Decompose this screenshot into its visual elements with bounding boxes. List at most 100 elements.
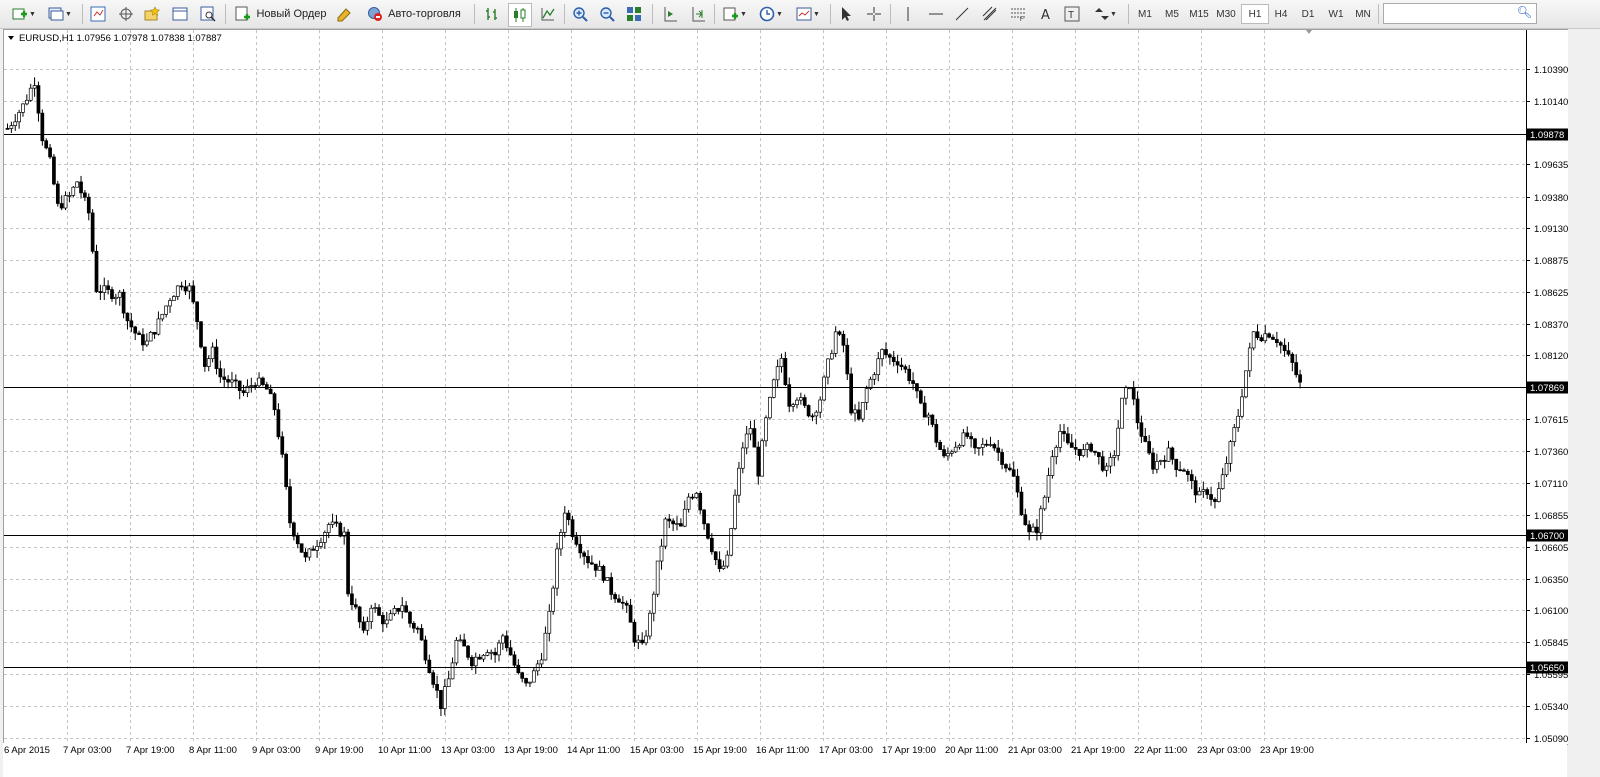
timeframe-w1-button[interactable]: W1 [1323,5,1349,23]
candle-body [508,647,513,656]
navigator-button[interactable] [142,3,162,25]
candle-body [52,156,56,185]
cursor-arrow-icon [842,7,851,21]
candle-body [969,436,973,440]
zoom-out-button[interactable] [597,3,617,25]
candle-body [1058,431,1062,448]
vertical-line-icon [907,7,909,21]
candle-body [1038,508,1043,534]
candle-body [98,291,103,293]
candle-body [737,467,741,496]
candle-body [826,358,830,378]
candle-body [694,493,699,498]
candle-body [353,604,358,608]
candle [860,402,865,423]
timeframe-h4-button[interactable]: H4 [1268,5,1294,23]
candle-body [280,436,285,455]
zoom-in-button[interactable] [570,3,590,25]
timeframe-m5-button[interactable]: M5 [1159,5,1185,23]
candle-body [230,379,234,383]
tile-windows-button[interactable] [624,3,644,25]
new-chart-button[interactable]: ▼ [8,3,40,25]
line-chart-button[interactable] [538,3,558,25]
candle-body [152,332,157,335]
search-box[interactable]: 🔍︎ [1383,3,1537,24]
candle [40,109,45,146]
new-order-icon [235,6,251,21]
candle-body [829,353,834,360]
candle-body [419,628,424,641]
candle-body [160,313,165,320]
chart-window[interactable]: 1.10390 1.10140 1.09635 1.09380 1.09130 1.088… [3,29,1569,745]
timeframe-m1-button[interactable]: M1 [1132,5,1158,23]
candle-body [1031,526,1035,533]
channel-button[interactable] [980,3,1000,25]
candle-body [222,376,227,380]
candle-body [481,654,486,660]
text-button[interactable]: A [1036,3,1056,25]
main-toolbar: ▼ ▼ Новый Ордер Авто-торговля ▼ ▼ ▼ F A … [0,0,1600,29]
timeframe-d1-button[interactable]: D1 [1295,5,1321,23]
timeframe-mn-button[interactable]: MN [1350,5,1376,23]
bar-chart-button[interactable] [482,3,502,25]
metaeditor-button[interactable] [334,3,354,25]
candle-body [86,196,91,214]
indicators-button[interactable]: ▼ [720,3,750,25]
candle-body [1286,350,1291,355]
candle-body [1298,374,1302,383]
candle-body [1247,347,1252,372]
candle-body [400,605,405,612]
x-tick-label: 13 Apr 03:00 [441,745,495,756]
candle-body [570,519,575,538]
candle-body [775,366,780,381]
arrows-button[interactable]: ▼ [1090,3,1120,25]
candle-body [1275,339,1279,343]
candle-body [822,376,826,401]
candlestick-chart-icon [514,8,526,22]
chart-shift-button[interactable] [660,3,680,25]
periods-button[interactable]: ▼ [756,3,786,25]
candle-body [547,610,552,634]
candle-body [938,442,943,450]
candle-body [1062,431,1066,435]
candle-body [617,598,621,603]
strategy-tester-button[interactable] [198,3,218,25]
candle-body [1042,496,1047,510]
svg-text:A: A [1041,8,1050,22]
candlestick-chart-button[interactable] [508,3,532,27]
x-tick-label: 9 Apr 19:00 [315,745,364,756]
profiles-button[interactable]: ▼ [44,3,76,25]
candle-body [148,332,153,342]
trendline-button[interactable] [952,3,972,25]
timeframe-m30-button[interactable]: M30 [1213,5,1239,23]
candle-body [404,605,408,613]
autoscroll-button[interactable] [688,3,708,25]
fibonacci-button[interactable]: F [1008,3,1028,25]
candle-body [768,397,772,419]
data-window-button[interactable] [116,3,136,25]
candle-body [164,305,169,315]
candle [261,376,265,387]
vertical-line-button[interactable] [898,3,918,25]
candle-body [721,565,726,569]
crosshair-button[interactable] [864,3,884,25]
cursor-button[interactable] [836,3,856,25]
timeframe-h1-button[interactable]: H1 [1241,4,1269,24]
candle-body [872,374,877,380]
auto-trading-button[interactable]: Авто-торговля [362,3,466,25]
templates-button[interactable]: ▼ [792,3,824,25]
candle-body [675,523,679,525]
text-label-button[interactable]: T [1062,3,1082,25]
terminal-button[interactable] [170,3,190,25]
new-order-button[interactable]: Новый Ордер [232,3,330,25]
candle-body [1151,452,1155,470]
candle-body [284,453,288,488]
candle-body [214,346,219,369]
market-watch-button[interactable] [88,3,108,25]
candle-body [114,296,118,299]
horizontal-line-button[interactable] [926,3,946,25]
candle [849,367,854,416]
candle-body [272,393,277,411]
timeframe-m15-button[interactable]: M15 [1186,5,1212,23]
price-chart[interactable]: 1.10390 1.10140 1.09635 1.09380 1.09130 1.088… [4,30,1568,744]
